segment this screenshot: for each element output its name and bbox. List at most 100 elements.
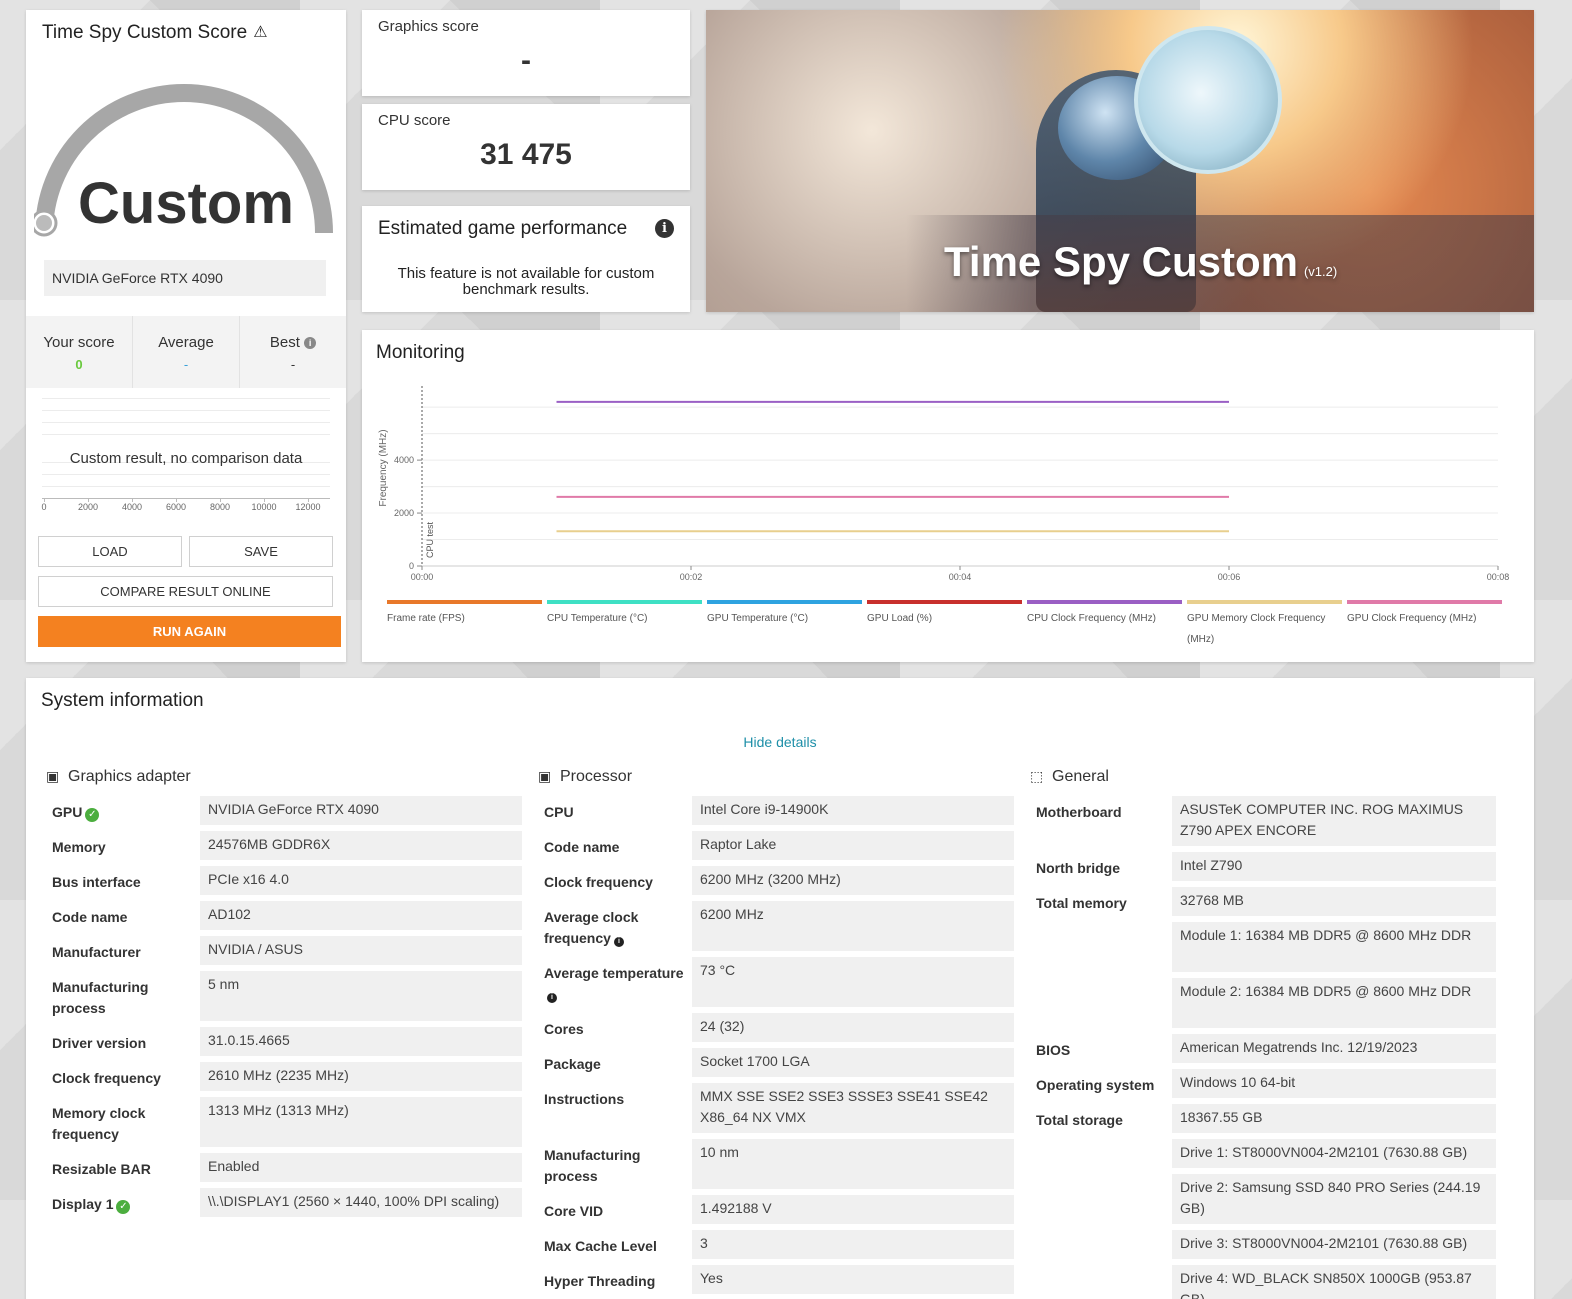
legend-item[interactable]: GPU Temperature (°C) — [707, 600, 862, 629]
warning-icon[interactable]: ⚠ — [253, 22, 267, 42]
info-key-text: CPU — [544, 804, 574, 820]
info-key: Bus interface — [52, 872, 197, 893]
info-value: NVIDIA GeForce RTX 4090 — [200, 796, 522, 825]
x-tick-label: 00:00 — [411, 572, 434, 582]
info-key-text: Package — [544, 1056, 601, 1072]
info-value: PCIe x16 4.0 — [200, 866, 522, 895]
info-icon[interactable]: i — [304, 337, 317, 349]
info-value: 3 — [692, 1230, 1014, 1259]
legend-item[interactable]: Frame rate (FPS) — [387, 600, 542, 629]
info-value: AD102 — [200, 901, 522, 930]
general-section: ⬚ General Motherboard ASUSTeK COMPUTER INC… — [1026, 768, 1506, 1299]
legend-color-bar — [387, 600, 542, 604]
info-row: Clock frequency 6200 MHz (3200 MHz) — [534, 866, 1014, 895]
grid-line — [42, 474, 330, 475]
info-row: Drive 3: ST8000VN004-2M2101 (7630.88 GB) — [1026, 1230, 1506, 1259]
info-value: 24576MB GDDR6X — [200, 831, 522, 860]
hide-details-link[interactable]: Hide details — [26, 734, 1534, 750]
x-tick-label: 00:04 — [949, 572, 972, 582]
cpu-score-label: CPU score — [378, 112, 451, 129]
info-key-text: Manufacturing process — [544, 1147, 641, 1184]
info-row: Manufacturer NVIDIA / ASUS — [42, 936, 522, 965]
info-row: Bus interface PCIe x16 4.0 — [42, 866, 522, 895]
info-row: Resizable BAR Enabled — [42, 1153, 522, 1182]
info-value: 18367.55 GB — [1172, 1104, 1496, 1133]
info-key: BIOS — [1036, 1040, 1181, 1061]
distribution-tick-label: 6000 — [165, 502, 187, 512]
info-key-text: Bus interface — [52, 874, 141, 890]
info-key-text: Average clock frequency — [544, 909, 639, 946]
info-row: Hyper Threading Yes — [534, 1265, 1014, 1294]
info-value: NVIDIA / ASUS — [200, 936, 522, 965]
info-value: 6200 MHz — [692, 901, 1014, 951]
legend-item[interactable]: GPU Memory Clock Frequency (MHz) — [1187, 600, 1342, 650]
info-key: Cores — [544, 1019, 689, 1040]
distribution-tick-label: 12000 — [295, 502, 321, 512]
info-value: MMX SSE SSE2 SSE3 SSSE3 SSE41 SSE42 X86_… — [692, 1083, 1014, 1133]
info-row: Drive 4: WD_BLACK SN850X 1000GB (953.87 … — [1026, 1265, 1506, 1299]
info-value: Drive 2: Samsung SSD 840 PRO Series (244… — [1172, 1174, 1496, 1224]
info-icon[interactable]: i — [547, 993, 557, 1003]
info-key-text: Total storage — [1036, 1112, 1123, 1128]
info-key: Motherboard — [1036, 802, 1181, 823]
info-key: Max Cache Level — [544, 1236, 689, 1257]
info-value: 5 nm — [200, 971, 522, 1021]
info-icon[interactable]: i — [655, 219, 674, 238]
info-row: Drive 1: ST8000VN004-2M2101 (7630.88 GB) — [1026, 1139, 1506, 1168]
stat-best: Best i - — [240, 316, 346, 388]
info-value: Drive 4: WD_BLACK SN850X 1000GB (953.87 … — [1172, 1265, 1496, 1299]
info-key: North bridge — [1036, 858, 1181, 879]
legend-item[interactable]: GPU Clock Frequency (MHz) — [1347, 600, 1502, 629]
no-comparison-message: Custom result, no comparison data — [69, 450, 303, 467]
compare-result-online-button[interactable]: COMPARE RESULT ONLINE — [38, 576, 333, 607]
info-key-text: Manufacturing process — [52, 979, 149, 1016]
legend-item[interactable]: CPU Clock Frequency (MHz) — [1027, 600, 1182, 629]
load-button[interactable]: LOAD — [38, 536, 182, 567]
x-tick-label: 00:02 — [680, 572, 703, 582]
info-key-text: Memory clock frequency — [52, 1105, 146, 1142]
legend-label: CPU Clock Frequency (MHz) — [1027, 613, 1156, 624]
info-value: Intel Z790 — [1172, 852, 1496, 881]
info-key-text: Core VID — [544, 1203, 604, 1219]
info-key: Core VID — [544, 1201, 689, 1222]
general-heading-text: General — [1052, 768, 1109, 785]
general-heading: ⬚ General — [1030, 768, 1506, 790]
distribution-axis — [42, 498, 330, 499]
info-key-text: Motherboard — [1036, 804, 1122, 820]
info-row: Driver version 31.0.15.4665 — [42, 1027, 522, 1056]
system-info-title: System information — [41, 690, 204, 711]
info-row: Module 2: 16384 MB DDR5 @ 8600 MHz DDR — [1026, 978, 1506, 1028]
info-row: North bridge Intel Z790 — [1026, 852, 1506, 881]
grid-line — [42, 434, 330, 435]
info-key-text: Manufacturer — [52, 944, 141, 960]
legend-item[interactable]: GPU Load (%) — [867, 600, 1022, 629]
info-value: 31.0.15.4665 — [200, 1027, 522, 1056]
info-key-text: BIOS — [1036, 1042, 1071, 1058]
info-value: Enabled — [200, 1153, 522, 1182]
info-row: Cores 24 (32) — [534, 1013, 1014, 1042]
score-main-label: Custom — [78, 171, 294, 236]
stat-average: Average - — [133, 316, 240, 388]
info-icon[interactable]: i — [613, 937, 624, 947]
info-key: GPU ✓ — [52, 802, 197, 823]
info-value: American Megatrends Inc. 12/19/2023 — [1172, 1034, 1496, 1063]
info-key-text: Operating system — [1036, 1077, 1155, 1093]
info-key: Memory — [52, 837, 197, 858]
info-value: Module 1: 16384 MB DDR5 @ 8600 MHz DDR — [1172, 922, 1496, 972]
run-again-button[interactable]: RUN AGAIN — [38, 616, 341, 647]
save-button[interactable]: SAVE — [189, 536, 333, 567]
info-value: Yes — [692, 1265, 1014, 1294]
system-information-card: System information Hide details ▣ Graphic… — [26, 678, 1534, 1299]
info-key-text: Average temperature — [544, 965, 684, 981]
info-key: Average clock frequency i — [544, 907, 689, 949]
y-tick-label: 4000 — [394, 455, 414, 465]
info-value: Drive 3: ST8000VN004-2M2101 (7630.88 GB) — [1172, 1230, 1496, 1259]
info-row: Memory clock frequency 1313 MHz (1313 MHz… — [42, 1097, 522, 1147]
graphics-card-icon: ▣ — [46, 768, 60, 784]
distribution-tick-label: 4000 — [121, 502, 143, 512]
info-key: Display 1 ✓ — [52, 1194, 197, 1215]
info-key: Memory clock frequency — [52, 1103, 197, 1145]
stat-your-score: Your score 0 — [26, 316, 133, 388]
legend-item[interactable]: CPU Temperature (°C) — [547, 600, 702, 629]
banner-portal — [1134, 26, 1282, 174]
